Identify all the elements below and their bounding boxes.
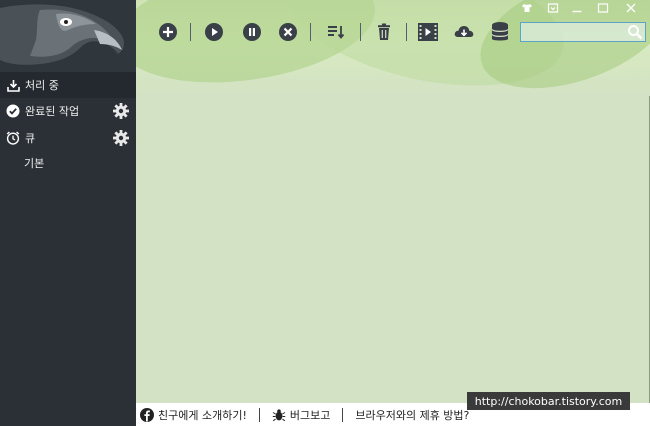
- browser-integration-link[interactable]: 브라우저와의 제휴 방법?: [355, 403, 469, 426]
- share-label: 친구에게 소개하기!: [158, 408, 247, 422]
- toolbar-divider: [360, 23, 361, 41]
- search-box[interactable]: [520, 22, 646, 42]
- sidebar-item-label: 기본: [24, 157, 45, 170]
- eagle-logo: [0, 0, 136, 72]
- share-link[interactable]: 친구에게 소개하기!: [140, 403, 247, 426]
- sort-button[interactable]: [324, 20, 348, 44]
- bug-report-link[interactable]: 버그보고: [272, 403, 330, 426]
- toolbar: [136, 0, 650, 96]
- gear-icon[interactable]: [112, 102, 130, 120]
- gear-icon[interactable]: [112, 129, 130, 147]
- watermark: http://chokobar.tistory.com: [467, 392, 630, 410]
- sidebar-item-processing[interactable]: 처리 중: [0, 72, 136, 98]
- sidebar-item-queue[interactable]: 큐: [0, 125, 136, 151]
- status-divider: [258, 407, 260, 422]
- alarm-clock-icon: [6, 131, 20, 145]
- pause-icon: [243, 23, 261, 41]
- close-icon: [626, 3, 636, 13]
- toolbar-divider: [406, 23, 407, 41]
- shirt-icon: [522, 4, 532, 12]
- download-list-area[interactable]: [136, 96, 650, 403]
- play-icon: [205, 23, 223, 41]
- bug-icon: [272, 408, 286, 422]
- tray-button[interactable]: [544, 2, 562, 14]
- maximize-button[interactable]: [594, 2, 612, 14]
- sidebar-item-label: 완료된 작업: [25, 105, 80, 118]
- sidebar-item-label: 처리 중: [25, 79, 59, 92]
- add-icon: [159, 23, 177, 41]
- cloud-download-icon: [454, 26, 474, 37]
- sidebar-item-label: 큐: [25, 132, 36, 145]
- sidebar-item-default-queue[interactable]: 기본: [0, 150, 136, 176]
- stop-icon: [279, 23, 297, 41]
- browser-label: 브라우저와의 제휴 방법?: [355, 408, 470, 422]
- tray-icon: [547, 3, 559, 13]
- maximize-icon: [597, 3, 609, 13]
- sidebar: 처리 중 완료된 작업 큐 기본: [0, 0, 136, 426]
- database-icon: [491, 22, 509, 41]
- facebook-icon: [140, 407, 154, 422]
- trash-icon: [378, 23, 390, 40]
- close-button[interactable]: [622, 2, 640, 14]
- sidebar-item-completed[interactable]: 완료된 작업: [0, 98, 136, 124]
- add-button[interactable]: [156, 20, 180, 44]
- check-circle-icon: [6, 104, 20, 118]
- skin-button[interactable]: [518, 2, 536, 14]
- status-divider: [342, 407, 344, 422]
- sort-icon: [328, 26, 345, 39]
- cloud-download-button[interactable]: [452, 20, 476, 44]
- toolbar-divider: [310, 23, 311, 41]
- minimize-icon: [572, 10, 582, 13]
- toolbar-divider: [190, 23, 191, 41]
- resume-button[interactable]: [202, 20, 226, 44]
- pause-button[interactable]: [240, 20, 264, 44]
- bug-label: 버그보고: [289, 408, 331, 422]
- video-button[interactable]: [416, 20, 440, 44]
- database-button[interactable]: [488, 20, 512, 44]
- minimize-button[interactable]: [568, 2, 586, 14]
- download-tray-icon: [6, 78, 20, 92]
- delete-button[interactable]: [372, 20, 396, 44]
- video-icon: [418, 23, 438, 41]
- search-input[interactable]: [521, 23, 625, 41]
- stop-button[interactable]: [276, 20, 300, 44]
- search-icon[interactable]: [627, 24, 643, 40]
